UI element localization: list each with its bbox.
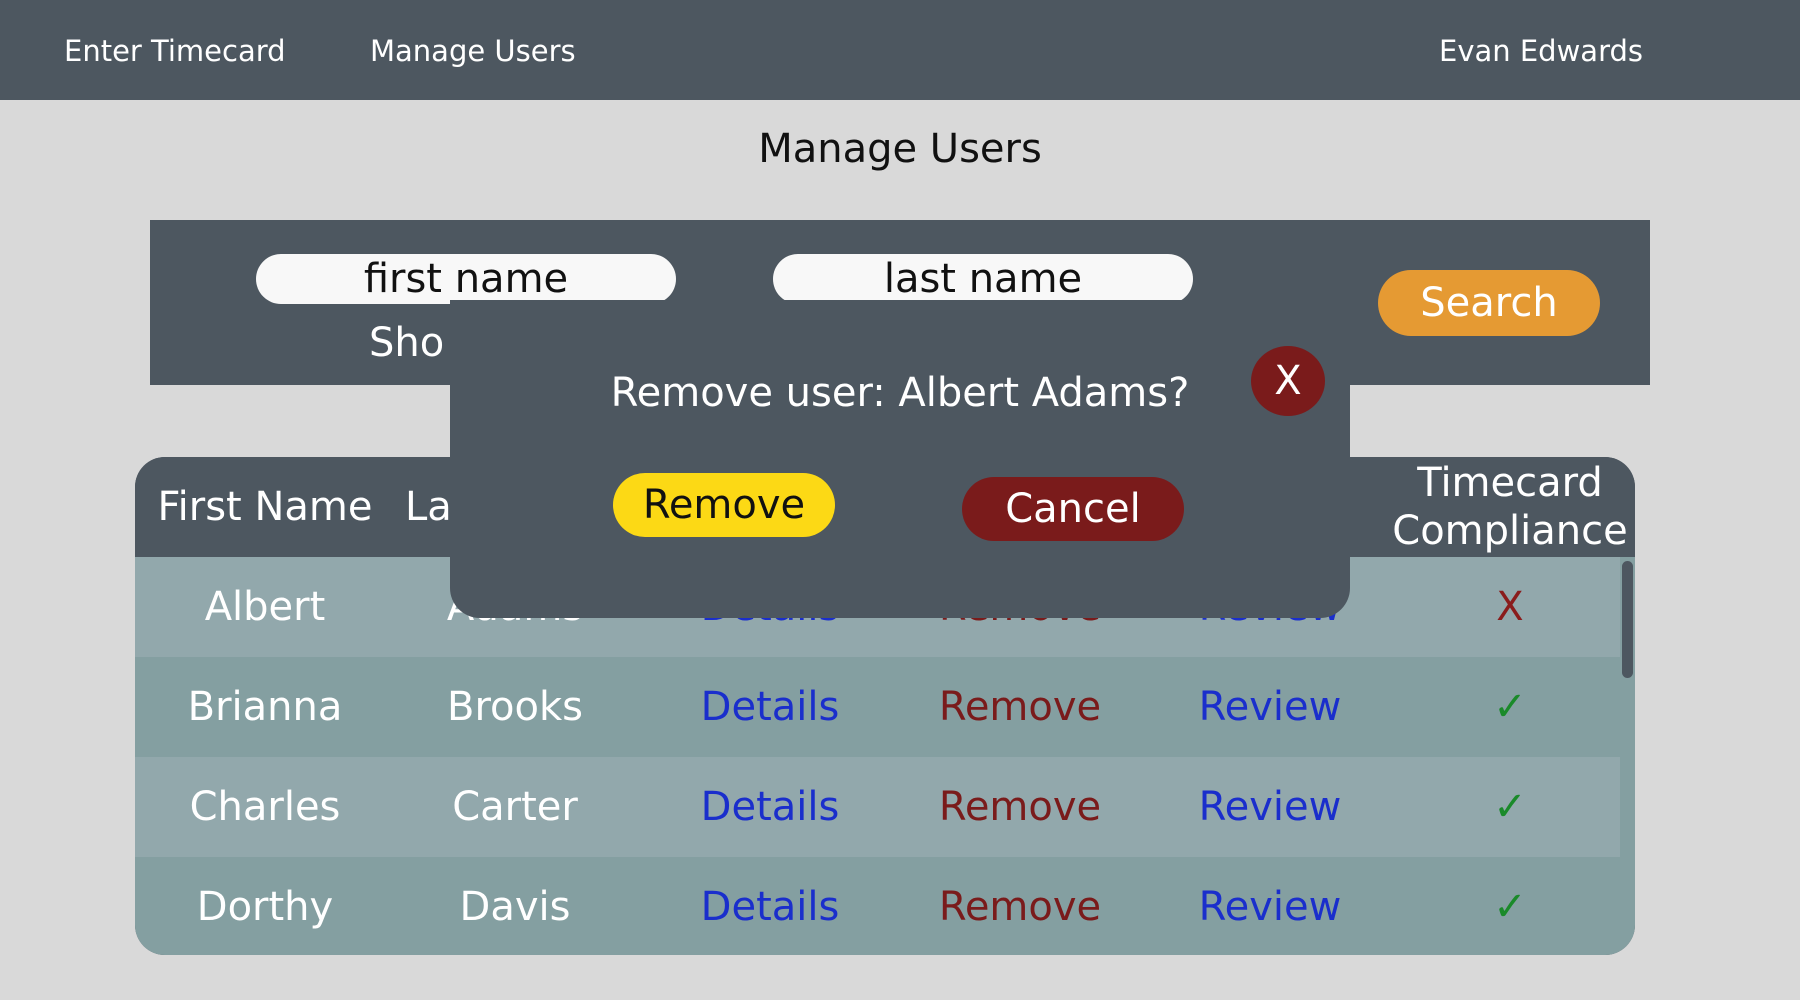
top-nav: Enter Timecard Manage Users Evan Edwards xyxy=(0,0,1800,100)
page-title: Manage Users xyxy=(758,126,1042,172)
cell-last-name: Brooks xyxy=(447,684,583,730)
details-link[interactable]: Details xyxy=(645,657,895,757)
compliant-check-icon: ✓ xyxy=(1493,684,1527,730)
confirm-remove-button[interactable]: Remove xyxy=(613,473,835,537)
details-link[interactable]: Details xyxy=(645,857,895,955)
remove-link[interactable]: Remove xyxy=(895,757,1145,857)
search-button[interactable]: Search xyxy=(1378,270,1600,336)
dialog-close-button[interactable]: X xyxy=(1251,346,1325,416)
table-row: Dorthy Davis Details Remove Review ✓ xyxy=(135,857,1620,955)
cell-first-name: Dorthy xyxy=(196,884,334,930)
cell-first-name: Charles xyxy=(189,784,341,830)
table-row: Brianna Brooks Details Remove Review ✓ xyxy=(135,657,1620,757)
show-label: Sho xyxy=(369,320,445,366)
last-name-input[interactable] xyxy=(773,254,1193,304)
review-link[interactable]: Review xyxy=(1145,857,1395,955)
cell-last-name: Carter xyxy=(452,784,578,830)
nav-manage-users[interactable]: Manage Users xyxy=(370,34,576,68)
header-compliance-line2: Compliance xyxy=(1392,508,1628,554)
scrollbar-thumb[interactable] xyxy=(1622,561,1633,678)
remove-link[interactable]: Remove xyxy=(895,657,1145,757)
compliant-check-icon: ✓ xyxy=(1493,784,1527,830)
nav-user-name[interactable]: Evan Edwards xyxy=(1439,34,1643,68)
header-first-name: First Name xyxy=(157,484,373,530)
remove-user-dialog: Remove user: Albert Adams? X Remove Canc… xyxy=(450,300,1350,618)
cell-first-name: Albert xyxy=(204,584,326,630)
dialog-message: Remove user: Albert Adams? xyxy=(610,370,1190,416)
cell-last-name: Davis xyxy=(459,884,571,930)
header-compliance-line1: Timecard xyxy=(1417,460,1603,506)
compliant-check-icon: ✓ xyxy=(1493,884,1527,930)
nav-enter-timecard[interactable]: Enter Timecard xyxy=(64,34,286,68)
review-link[interactable]: Review xyxy=(1145,657,1395,757)
first-name-input[interactable] xyxy=(256,254,676,304)
remove-link[interactable]: Remove xyxy=(895,857,1145,955)
cell-first-name: Brianna xyxy=(187,684,343,730)
cancel-button[interactable]: Cancel xyxy=(962,477,1184,541)
noncompliant-x-icon: X xyxy=(1496,584,1524,630)
table-row: Charles Carter Details Remove Review ✓ xyxy=(135,757,1620,857)
review-link[interactable]: Review xyxy=(1145,757,1395,857)
table-scrollbar[interactable] xyxy=(1620,557,1635,955)
details-link[interactable]: Details xyxy=(645,757,895,857)
